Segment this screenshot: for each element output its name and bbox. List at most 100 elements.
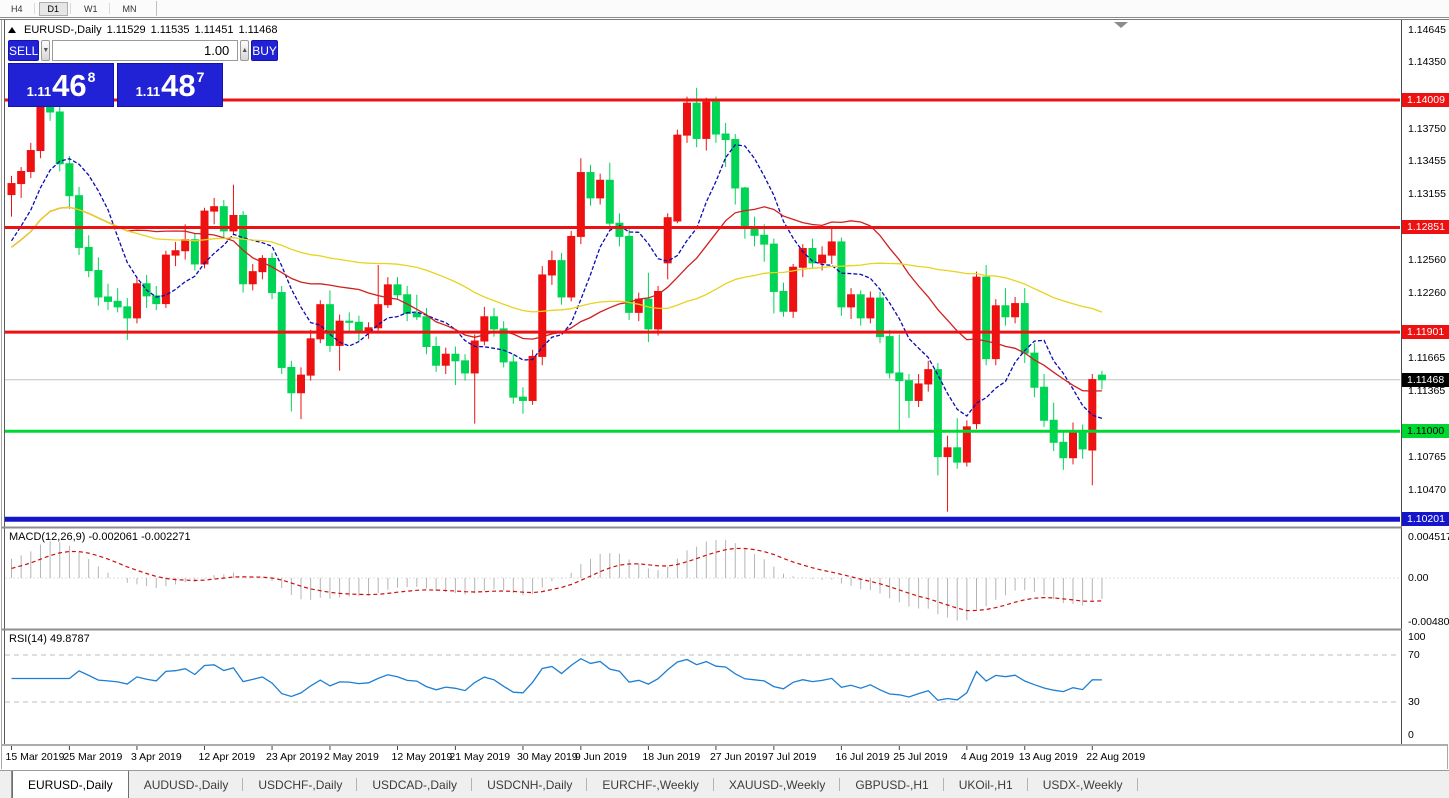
rsi-axis-label: 100 [1408, 631, 1426, 643]
candle-body [741, 188, 748, 228]
toolbar-separator [109, 3, 110, 14]
candle-body [462, 361, 469, 373]
chart-tab-usdcad-daily[interactable]: USDCAD-,Daily [357, 771, 472, 798]
candle-body [915, 384, 922, 401]
volume-input[interactable] [52, 40, 238, 61]
candle-body [433, 347, 440, 366]
candle-body [828, 242, 835, 255]
candle-body [597, 180, 604, 198]
candle-body [934, 370, 941, 457]
ohlc-close: 1.11468 [238, 24, 277, 36]
chart-tab-eurchf-weekly[interactable]: EURCHF-,Weekly [587, 771, 713, 798]
sell-button[interactable]: SELL [8, 40, 39, 61]
candle-body [722, 134, 729, 140]
chart-tab-usdx-weekly[interactable]: USDX-,Weekly [1028, 771, 1138, 798]
toolbar-separator [156, 1, 157, 16]
chart-canvas[interactable] [0, 0, 1449, 798]
volume-increase-button[interactable]: ▲ [240, 40, 249, 61]
timeframe-button-w1[interactable]: W1 [75, 2, 107, 16]
price-tick-label: 1.12260 [1408, 287, 1446, 299]
date-label: 21 May 2019 [449, 751, 510, 763]
date-label: 27 Jun 2019 [710, 751, 768, 763]
timeframe-button-h4[interactable]: H4 [2, 2, 32, 16]
one-click-trade-panel: SELL ▼ ▲ BUY 1.11 46 8 1.11 48 7 [8, 40, 227, 107]
date-label: 3 Apr 2019 [131, 751, 182, 763]
rsi-pane [5, 655, 1400, 702]
buy-price-big: 48 [161, 70, 195, 101]
chart-shift [1114, 22, 1128, 28]
candle-body [1070, 431, 1077, 457]
timeframe-button-mn[interactable]: MN [114, 2, 146, 16]
candle-body [278, 293, 285, 368]
candle-body [587, 173, 594, 198]
candle-body [674, 135, 681, 221]
timeframe-button-d1[interactable]: D1 [39, 2, 69, 16]
buy-quote-box[interactable]: 1.11 48 7 [117, 63, 223, 107]
candle-body [529, 356, 536, 400]
rsi-line [12, 659, 1102, 701]
chart-tab-ukoil-h1[interactable]: UKOil-,H1 [944, 771, 1028, 798]
candles-layer [8, 76, 1105, 512]
candle-body [1012, 304, 1019, 317]
date-label: 22 Aug 2019 [1086, 751, 1145, 763]
candle-body [346, 321, 353, 322]
macd-axis-label: -0.004806 [1408, 616, 1449, 628]
date-label: 30 May 2019 [517, 751, 578, 763]
candle-body [1089, 380, 1096, 450]
candle-body [761, 235, 768, 244]
chart-tab-usdchf-daily[interactable]: USDCHF-,Daily [243, 771, 357, 798]
tab-scroll-strip[interactable] [0, 771, 12, 798]
sell-price-pip: 8 [88, 69, 96, 85]
candle-body [848, 295, 855, 307]
candle-body [655, 291, 662, 328]
candle-body [770, 244, 777, 291]
candle-body [481, 317, 488, 341]
candle-body [693, 103, 700, 138]
chart-symbol: EURUSD-,Daily [24, 24, 102, 36]
chart-tab-xauusd-weekly[interactable]: XAUUSD-,Weekly [714, 771, 840, 798]
price-badge-1.11000: 1.11000 [1402, 424, 1449, 438]
platform-window: H4D1W1MN EURUSD-,Daily 1.11529 1.11535 1… [0, 0, 1449, 798]
date-label: 25 Mar 2019 [63, 751, 122, 763]
chart-tab-eurusd-daily[interactable]: EURUSD-,Daily [12, 771, 129, 798]
date-label: 18 Jun 2019 [642, 751, 700, 763]
chart-tab-bar: EURUSD-,DailyAUDUSD-,DailyUSDCHF-,DailyU… [0, 770, 1449, 798]
candle-body [1021, 304, 1028, 354]
date-label: 9 Jun 2019 [575, 751, 627, 763]
price-tick-label: 1.12560 [1408, 254, 1446, 266]
price-tick-label: 1.10765 [1408, 451, 1446, 463]
candle-body [124, 307, 131, 318]
macd-axis-label: 0.004517 [1408, 531, 1449, 543]
candle-body [442, 354, 449, 365]
candle-body [18, 171, 25, 183]
buy-button[interactable]: BUY [251, 40, 278, 61]
ohlc-open: 1.11529 [107, 24, 146, 36]
chart-tab-audusd-daily[interactable]: AUDUSD-,Daily [129, 771, 244, 798]
candle-body [172, 251, 179, 255]
candle-body [819, 255, 826, 263]
candle-body [133, 284, 140, 318]
candle-body [896, 373, 903, 381]
candle-body [790, 267, 797, 311]
candle-body [510, 362, 517, 397]
candle-body [732, 140, 739, 188]
sell-quote-box[interactable]: 1.11 46 8 [8, 63, 114, 107]
candle-body [838, 242, 845, 307]
candle-body [182, 240, 189, 251]
candle-body [269, 258, 276, 292]
candle-body [500, 329, 507, 362]
candle-body [1079, 431, 1086, 449]
candle-body [548, 261, 555, 275]
candle-body [491, 317, 498, 329]
candle-body [27, 151, 34, 172]
date-label: 12 May 2019 [392, 751, 453, 763]
rsi-axis-label: 30 [1408, 696, 1420, 708]
candle-body [394, 285, 401, 295]
price-badge-1.11468: 1.11468 [1402, 373, 1449, 387]
price-tick-label: 1.11665 [1408, 352, 1445, 364]
candle-body [8, 184, 15, 195]
chart-tab-usdcnh-daily[interactable]: USDCNH-,Daily [472, 771, 587, 798]
chart-tab-gbpusd-h1[interactable]: GBPUSD-,H1 [840, 771, 943, 798]
sell-price-base: 1.11 [27, 84, 52, 99]
volume-decrease-button[interactable]: ▼ [41, 40, 50, 61]
